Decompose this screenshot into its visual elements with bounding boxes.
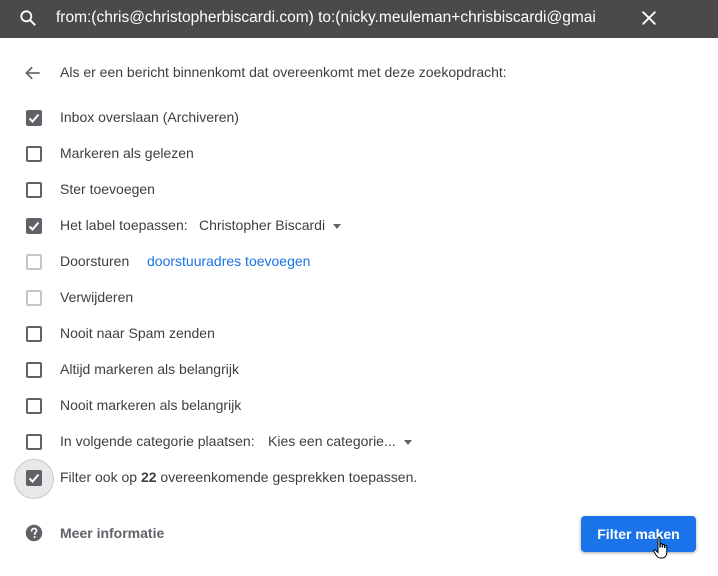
more-info-link[interactable]: Meer informatie <box>60 525 164 541</box>
filter-heading: Als er een bericht binnenkomt dat overee… <box>60 64 507 80</box>
label-dropdown[interactable]: Christopher Biscardi <box>199 216 342 234</box>
search-bar: from:(chris@christopherbiscardi.com) to:… <box>0 0 718 38</box>
option-label: Nooit markeren als belangrijk <box>60 397 242 413</box>
create-filter-button[interactable]: Filter maken <box>581 516 696 552</box>
hand-pointer-icon <box>653 537 668 559</box>
checkmark-icon <box>28 113 40 123</box>
back-arrow-icon[interactable] <box>23 63 43 83</box>
option-star: Ster toevoegen <box>24 179 684 201</box>
checkbox-never-spam[interactable] <box>26 326 42 342</box>
checkbox-star[interactable] <box>26 182 42 198</box>
option-apply-to-matching: Filter ook op 22 overeenkomende gesprekk… <box>14 459 684 499</box>
option-label: Altijd markeren als belangrijk <box>60 361 239 377</box>
search-query[interactable]: from:(chris@christopherbiscardi.com) to:… <box>56 0 626 36</box>
option-label: Nooit naar Spam zenden <box>60 325 215 341</box>
apply-prefix: Filter ook op <box>60 469 138 485</box>
option-label: Doorsturen <box>60 253 130 269</box>
category-dropdown-value: Kies een categorie... <box>268 433 396 449</box>
apply-suffix: overeenkomende gesprekken toepassen. <box>160 469 418 485</box>
add-forwarding-address-link[interactable]: doorstuuradres toevoegen <box>147 253 310 269</box>
category-dropdown[interactable]: Kies een categorie... <box>268 432 412 450</box>
option-label: Inbox overslaan (Archiveren) <box>60 109 239 125</box>
checkmark-icon <box>28 221 40 231</box>
option-label: In volgende categorie plaatsen: <box>60 433 255 449</box>
checkbox-delete[interactable] <box>26 290 42 306</box>
option-label: Verwijderen <box>60 289 134 305</box>
matching-count: 22 <box>140 469 157 485</box>
search-icon[interactable] <box>18 8 38 28</box>
checkbox-forward[interactable] <box>26 254 42 270</box>
checkbox-skip-inbox[interactable] <box>26 110 42 126</box>
option-never-spam: Nooit naar Spam zenden <box>24 323 684 345</box>
help-row: Meer informatie <box>24 522 324 544</box>
checkbox-category[interactable] <box>26 434 42 450</box>
checkbox-never-important[interactable] <box>26 398 42 414</box>
option-label: Markeren als gelezen <box>60 145 194 161</box>
chevron-down-icon <box>333 223 342 229</box>
checkbox-mark-as-read[interactable] <box>26 146 42 162</box>
option-skip-inbox: Inbox overslaan (Archiveren) <box>24 107 684 129</box>
checkbox-apply-label[interactable] <box>26 218 42 234</box>
option-mark-as-read: Markeren als gelezen <box>24 143 684 165</box>
help-icon[interactable] <box>25 524 43 542</box>
checkbox-always-important[interactable] <box>26 362 42 378</box>
option-label: Filter ook op 22 overeenkomende gesprekk… <box>60 469 417 485</box>
label-dropdown-value: Christopher Biscardi <box>199 217 326 233</box>
option-always-important: Altijd markeren als belangrijk <box>24 359 684 381</box>
close-icon[interactable] <box>639 8 659 28</box>
option-apply-label: Het label toepassen: Christopher Biscard… <box>24 215 684 237</box>
option-label: Het label toepassen: <box>60 217 188 233</box>
option-never-important: Nooit markeren als belangrijk <box>24 395 684 417</box>
option-label: Ster toevoegen <box>60 181 155 197</box>
option-delete: Verwijderen <box>24 287 684 309</box>
option-category: In volgende categorie plaatsen: Kies een… <box>24 431 684 453</box>
checkbox-apply-to-matching[interactable] <box>26 470 42 486</box>
checkmark-icon <box>28 473 40 483</box>
chevron-down-icon <box>403 439 412 445</box>
option-forward: Doorsturen doorstuuradres toevoegen <box>24 251 684 273</box>
